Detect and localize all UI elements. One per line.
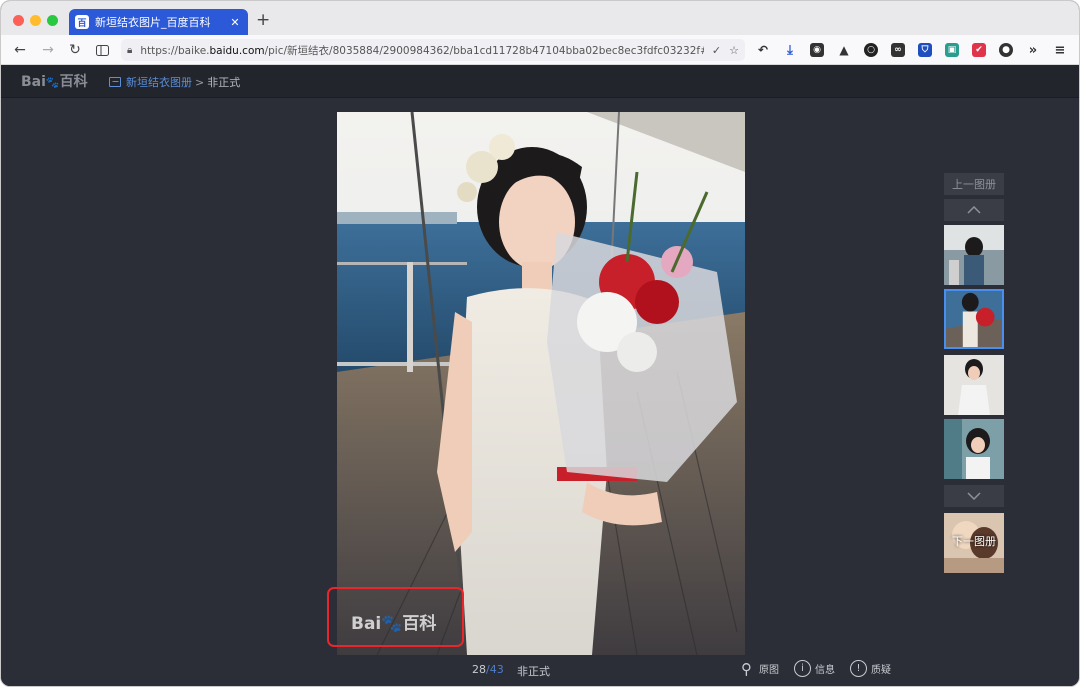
checkmark-icon[interactable]: ✓ — [712, 44, 721, 57]
new-tab-button[interactable]: + — [256, 12, 270, 29]
breadcrumb-separator: > — [195, 75, 205, 89]
menu-hamburger-icon[interactable]: ≡ — [1053, 43, 1067, 58]
baike-watermark: Bai🐾百科 — [351, 614, 437, 634]
thumbnail-28-active[interactable] — [944, 289, 1004, 349]
address-bar[interactable]: 🔒︎ https://baike.baidu.com/pic/新垣结衣/8035… — [121, 39, 745, 61]
info-icon: i — [794, 660, 811, 677]
tab-title: 新垣结衣图片_百度百科 — [95, 16, 211, 29]
album-link[interactable]: 新垣结衣图册 — [126, 74, 192, 90]
report-button[interactable]: ! 质疑 — [850, 660, 891, 677]
browser-window: 百 新垣结衣图片_百度百科 ✕ + ← → ↻ 🔒︎ https://baike… — [0, 0, 1080, 687]
panda-extension-icon[interactable]: ● — [999, 43, 1013, 57]
paw-logo-icon: 🐾 — [45, 76, 60, 89]
close-window-button[interactable] — [13, 15, 24, 26]
exclamation-icon: ! — [850, 660, 867, 677]
scroll-down-button[interactable] — [944, 485, 1004, 507]
main-photo[interactable] — [337, 112, 745, 655]
thumbnail-27[interactable] — [944, 225, 1004, 285]
rocket-extension-icon[interactable]: ▲ — [837, 43, 851, 57]
pocket-icon[interactable]: ✔ — [972, 43, 986, 57]
thumbnail-29[interactable] — [944, 355, 1004, 415]
album-picture-icon — [109, 77, 121, 87]
download-icon[interactable]: ⤓ — [783, 43, 797, 58]
circle-extension-icon[interactable]: ○ — [864, 43, 878, 57]
image-category: 非正式 — [517, 665, 550, 678]
next-album-label[interactable]: 下一图册 — [944, 533, 1004, 553]
save-extension-icon[interactable]: ▣ — [945, 43, 959, 57]
scroll-up-button[interactable] — [944, 199, 1004, 221]
forward-arrow-icon[interactable]: → — [39, 41, 57, 59]
image-counter: 28/43 — [472, 663, 504, 676]
info-button[interactable]: i 信息 — [794, 660, 835, 677]
back-arrow-icon[interactable]: ← — [11, 41, 29, 59]
magnifier-icon: ⚲ — [741, 659, 752, 678]
breadcrumb-current: 非正式 — [207, 76, 241, 89]
baike-picture-viewer: Bai🐾百科 新垣结衣图册 > 非正式 Bai🐾百科 28/43 非正式 ⚲ 原… — [1, 65, 1079, 686]
tab-bar: 百 新垣结衣图片_百度百科 ✕ + — [1, 1, 1079, 35]
chevron-up-icon — [967, 206, 981, 214]
baike-logo[interactable]: Bai🐾百科 — [21, 71, 88, 91]
thumbnail-30[interactable] — [944, 419, 1004, 479]
prev-album-button[interactable]: 上一图册 — [944, 173, 1004, 195]
sidebar-toggle-icon[interactable] — [93, 41, 111, 59]
bookmark-star-icon[interactable]: ☆ — [729, 44, 739, 57]
breadcrumb: 新垣结衣图册 > 非正式 — [109, 74, 240, 90]
lock-icon: 🔒︎ — [127, 44, 133, 56]
undo-extension-icon[interactable]: ↶ — [756, 43, 770, 57]
original-image-button[interactable]: ⚲ 原图 — [738, 659, 779, 678]
active-tab[interactable]: 百 新垣结衣图片_百度百科 ✕ — [69, 9, 248, 35]
chevron-down-icon — [967, 492, 981, 500]
browser-toolbar: ← → ↻ 🔒︎ https://baike.baidu.com/pic/新垣结… — [1, 35, 1079, 65]
screenshot-camera-icon[interactable]: ◉ — [810, 43, 824, 57]
bitwarden-shield-icon[interactable]: ⛉ — [918, 43, 932, 57]
glasses-extension-icon[interactable]: ∞ — [891, 43, 905, 57]
url-text[interactable]: https://baike.baidu.com/pic/新垣结衣/8035884… — [140, 43, 704, 58]
zoom-window-button[interactable] — [47, 15, 58, 26]
tab-close-icon[interactable]: ✕ — [228, 16, 242, 29]
viewer-header: Bai🐾百科 新垣结衣图册 > 非正式 — [1, 65, 1079, 98]
minimize-window-button[interactable] — [30, 15, 41, 26]
reload-icon[interactable]: ↻ — [66, 41, 84, 59]
baidu-favicon-icon: 百 — [75, 15, 89, 29]
overflow-chevron-icon[interactable]: » — [1026, 43, 1040, 58]
